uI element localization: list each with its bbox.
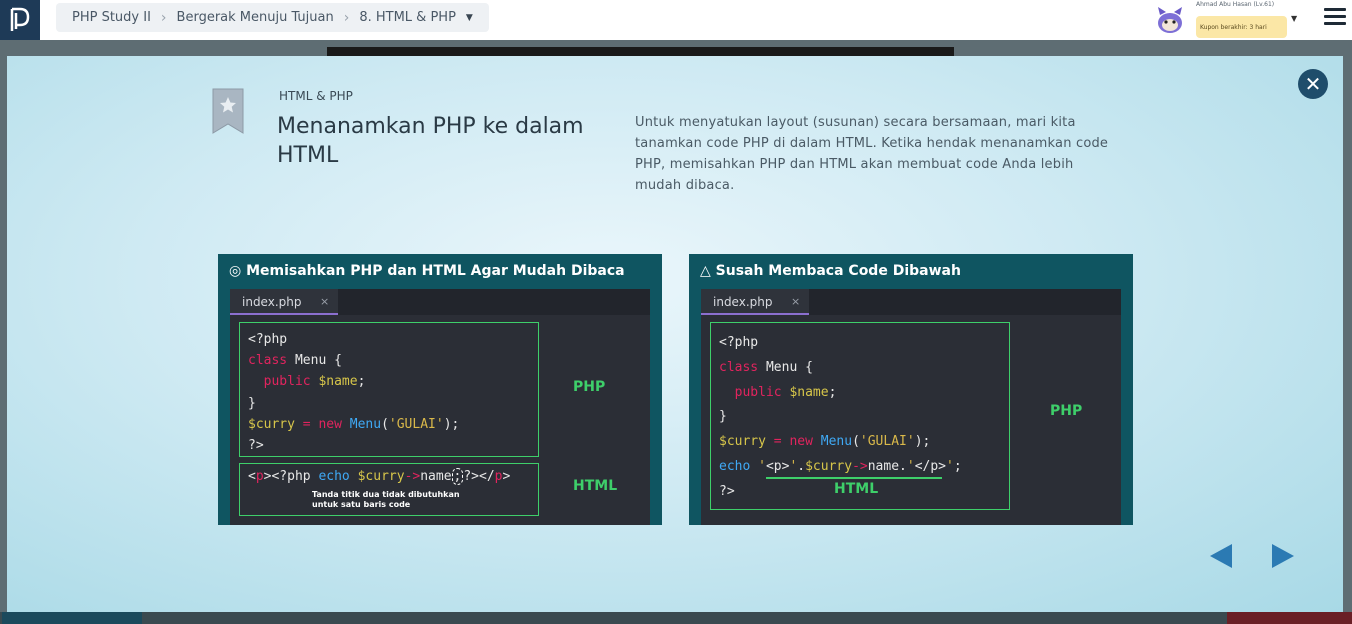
lesson-modal: ✕ HTML & PHP Menanamkan PHP ke dalam HTM… [7, 56, 1343, 612]
php-code: <?php class Menu { public $name; } $curr… [248, 332, 460, 454]
background-footer [0, 612, 1352, 624]
php-label: PHP [573, 379, 606, 395]
coupon-badge: Kupon berakhir: 3 hari [1196, 16, 1287, 38]
chevron-right-icon: › [160, 9, 167, 26]
close-tab-icon[interactable]: × [320, 295, 329, 308]
bookmark-icon[interactable] [212, 88, 244, 134]
close-icon[interactable]: ✕ [1298, 69, 1328, 99]
code-editor: index.php × <?php class Menu { public $n… [701, 289, 1121, 525]
code-panel-good: ◎ Memisahkan PHP dan HTML Agar Mudah Dib… [218, 254, 662, 525]
tab-label: index.php [242, 295, 302, 309]
next-arrow-icon[interactable] [1272, 544, 1294, 568]
html-label: HTML [834, 481, 879, 497]
code-editor: index.php × <?php class Menu { public $n… [230, 289, 650, 525]
user-name: Ahmad Abu Hasan (Lv.61) [1196, 1, 1275, 8]
editor-tab[interactable]: index.php × [230, 289, 338, 315]
chevron-right-icon: › [343, 9, 350, 26]
prev-arrow-icon[interactable] [1210, 544, 1232, 568]
annotation-note: Tanda titik dua tidak dibutuhkan untuk s… [312, 490, 460, 509]
breadcrumb-item-chapter[interactable]: Bergerak Menuju Tujuan [177, 10, 334, 25]
background-footer-left [2, 612, 142, 624]
panel-title: ◎ Memisahkan PHP dan HTML Agar Mudah Dib… [229, 263, 625, 279]
section-label: HTML & PHP [279, 89, 353, 103]
lesson-title: Menanamkan PHP ke dalam HTML [277, 114, 584, 168]
avatar[interactable] [1156, 5, 1184, 35]
chevron-down-icon[interactable]: ▼ [1291, 14, 1297, 23]
tab-label: index.php [713, 295, 773, 309]
html-code: <p><?php echo $curry->name; ?></p> [248, 468, 511, 485]
code-panel-bad: △ Susah Membaca Code Dibawah index.php ×… [689, 254, 1133, 525]
editor-tabbar: index.php × [230, 289, 650, 315]
close-tab-icon[interactable]: × [791, 295, 800, 308]
logo-icon[interactable] [0, 0, 40, 40]
top-bar: PHP Study II › Bergerak Menuju Tujuan › … [0, 0, 1352, 40]
panel-title: △ Susah Membaca Code Dibawah [700, 263, 961, 279]
breadcrumb-item-course[interactable]: PHP Study II [72, 10, 151, 25]
lesson-description: Untuk menyatukan layout (susunan) secara… [635, 115, 1109, 193]
editor-tabbar: index.php × [701, 289, 1121, 315]
breadcrumb-item-lesson[interactable]: 8. HTML & PHP [359, 10, 456, 25]
html-underline [766, 477, 942, 479]
breadcrumb: PHP Study II › Bergerak Menuju Tujuan › … [56, 3, 489, 32]
chevron-down-icon[interactable]: ▼ [466, 13, 473, 23]
php-label: PHP [1050, 403, 1083, 419]
hamburger-menu-icon[interactable] [1324, 8, 1346, 28]
html-label: HTML [573, 478, 618, 494]
background-footer-right [1227, 612, 1352, 624]
editor-tab[interactable]: index.php × [701, 289, 809, 315]
mixed-code: <?php class Menu { public $name; } $curr… [719, 335, 962, 499]
